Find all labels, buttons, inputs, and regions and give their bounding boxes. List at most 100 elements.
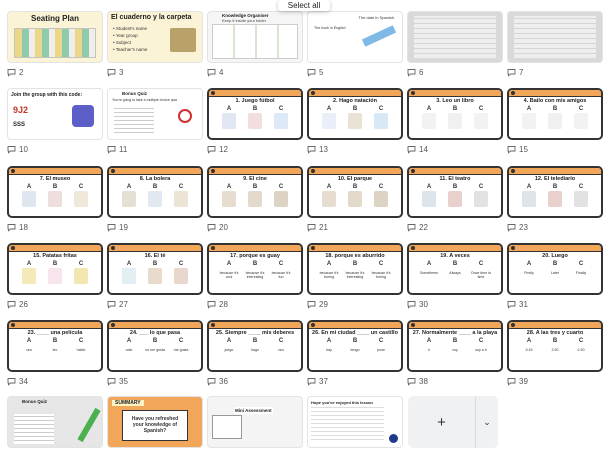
comment-icon[interactable] [7,377,16,386]
page-thumbnail[interactable]: 7. El museo A B C [7,166,103,218]
page-thumbnail[interactable]: 8. La bolera A B C [107,166,203,218]
page-thumbnail[interactable]: Bonus Quiz [7,396,103,448]
page-card[interactable]: Knowledge Organiser Keep it inside your f… [207,11,303,83]
page-thumbnail[interactable]: 18. porque es aburrido Abecause it's bori… [307,243,403,295]
page-card[interactable]: 11. El teatro A B C 22 [407,166,503,238]
comment-icon[interactable] [507,223,516,232]
page-card[interactable]: 6 [407,11,503,83]
comment-icon[interactable] [307,145,316,154]
comment-icon[interactable] [207,223,216,232]
page-thumbnail[interactable]: 28. A las tres y cuarto A 3:15 B 3:30 C 2:30 [507,320,603,372]
comment-icon[interactable] [107,145,116,154]
comment-icon[interactable] [107,377,116,386]
comment-icon[interactable] [307,223,316,232]
page-card[interactable]: 27. Normalmente ____ a la playa Air Bvoy Cs… [407,320,503,392]
page-thumbnail[interactable]: El cuaderno y la carpeta • Student's name… [107,11,203,63]
comment-icon[interactable] [507,377,516,386]
comment-icon[interactable] [307,377,316,386]
comment-icon[interactable] [7,145,16,154]
page-card[interactable]: 15. Patatas fritas A B C 26 [7,243,103,315]
page-card[interactable]: 1. Juego fútbol A B C 12 [207,88,303,160]
page-card[interactable]: Seating Plan 2 [7,11,103,83]
page-thumbnail[interactable]: 10. El parque A B C [307,166,403,218]
page-card[interactable]: Bonus Quiz [7,396,103,452]
page-thumbnail[interactable] [407,11,503,63]
page-thumbnail[interactable]: 2. Hago natación A B C [307,88,403,140]
comment-icon[interactable] [7,68,16,77]
page-card[interactable]: 24. ___ lo que pasa Aodio Bno me gusta Cme … [107,320,203,392]
comment-icon[interactable] [407,68,416,77]
page-card[interactable]: 9. El cine A B C 20 [207,166,303,238]
page-card[interactable]: The date in Spanish The hook in English 5 [307,11,403,83]
page-thumbnail[interactable]: 20. Luego A Firstly B Later C Finally [507,243,603,295]
page-card[interactable]: El cuaderno y la carpeta • Student's name… [107,11,203,83]
page-thumbnail[interactable]: Knowledge Organiser Keep it inside your f… [207,11,303,63]
comment-icon[interactable] [207,300,216,309]
comment-icon[interactable] [207,377,216,386]
page-card[interactable]: 7 [507,11,603,83]
page-thumbnail[interactable]: 23. ____ una película Aveo Bleo Chablo [7,320,103,372]
page-card[interactable]: 26. En mi ciudad ____ un castillo Ahay Bte… [307,320,403,392]
page-thumbnail[interactable]: Mini Assessment [207,396,303,448]
page-thumbnail[interactable]: 17. porque es guay Abecause it's cool Bbec… [207,243,303,295]
page-card[interactable]: SUMMARY Have you refreshed your knowledge… [107,396,203,452]
page-thumbnail[interactable]: 27. Normalmente ____ a la playa Air Bvoy Cs… [407,320,503,372]
page-card[interactable]: 17. porque es guay Abecause it's cool Bbec… [207,243,303,315]
page-card[interactable]: 28. A las tres y cuarto A 3:15 B 3:30 C 2:30 39 [507,320,603,392]
page-card[interactable]: 10. El parque A B C 21 [307,166,403,238]
page-thumbnail[interactable]: Hope you've enjoyed this lesson [307,396,403,448]
page-thumbnail[interactable]: Join the group with this code: 9J2 SSS [7,88,103,140]
page-thumbnail[interactable]: 16. El té A B C [107,243,203,295]
comment-icon[interactable] [407,300,416,309]
page-card[interactable]: 3. Leo un libro A B C 14 [407,88,503,160]
comment-icon[interactable] [107,68,116,77]
page-thumbnail[interactable]: 25. Siempre ____ mis deberes Ajuego Bhago C… [207,320,303,372]
comment-icon[interactable] [407,377,416,386]
page-thumbnail[interactable]: 15. Patatas fritas A B C [7,243,103,295]
page-card[interactable]: 12. El telediario A B C 23 [507,166,603,238]
page-card[interactable]: 8. La bolera A B C 19 [107,166,203,238]
comment-icon[interactable] [507,300,516,309]
page-card[interactable]: 4. Bailo con mis amigos A B C 15 [507,88,603,160]
add-page-button[interactable]: + [408,396,476,448]
page-thumbnail[interactable]: The date in Spanish The hook in English [307,11,403,63]
page-thumbnail[interactable]: 1. Juego fútbol A B C [207,88,303,140]
page-thumbnail[interactable] [507,11,603,63]
comment-icon[interactable] [407,145,416,154]
page-thumbnail[interactable]: 24. ___ lo que pasa Aodio Bno me gusta Cme … [107,320,203,372]
page-card[interactable]: Bonus Quiz You're going to take a multipl… [107,88,203,160]
page-thumbnail[interactable]: 19. A veces A Sometimes B Always C Once time t… [407,243,503,295]
chevron-down-icon[interactable]: ⌄ [476,396,498,448]
page-thumbnail[interactable]: 3. Leo un libro A B C [407,88,503,140]
page-thumbnail[interactable]: Bonus Quiz You're going to take a multipl… [107,88,203,140]
page-thumbnail[interactable]: 12. El telediario A B C [507,166,603,218]
page-thumbnail[interactable]: SUMMARY Have you refreshed your knowledge… [107,396,203,448]
page-thumbnail[interactable]: 11. El teatro A B C [407,166,503,218]
comment-icon[interactable] [307,300,316,309]
page-card[interactable]: 23. ____ una película Aveo Bleo Chablo 34 [7,320,103,392]
comment-icon[interactable] [107,223,116,232]
page-card[interactable]: 19. A veces A Sometimes B Always C Once time t… [407,243,503,315]
comment-icon[interactable] [207,145,216,154]
page-card[interactable]: 16. El té A B C 27 [107,243,203,315]
page-card[interactable]: Hope you've enjoyed this lesson [307,396,403,452]
page-card[interactable]: 25. Siempre ____ mis deberes Ajuego Bhago C… [207,320,303,392]
page-thumbnail[interactable]: 4. Bailo con mis amigos A B C [507,88,603,140]
page-card[interactable]: 18. porque es aburrido Abecause it's bori… [307,243,403,315]
comment-icon[interactable] [7,300,16,309]
select-all-tooltip[interactable]: Select all [278,0,330,11]
page-card[interactable]: 7. El museo A B C 18 [7,166,103,238]
page-card[interactable]: 20. Luego A Firstly B Later C Finally 31 [507,243,603,315]
page-card[interactable]: 2. Hago natación A B C 13 [307,88,403,160]
comment-icon[interactable] [307,68,316,77]
page-thumbnail[interactable]: 26. En mi ciudad ____ un castillo Ahay Bte… [307,320,403,372]
comment-icon[interactable] [507,145,516,154]
comment-icon[interactable] [207,68,216,77]
page-thumbnail[interactable]: Seating Plan [7,11,103,63]
page-thumbnail[interactable]: 9. El cine A B C [207,166,303,218]
comment-icon[interactable] [7,223,16,232]
comment-icon[interactable] [407,223,416,232]
comment-icon[interactable] [507,68,516,77]
page-card[interactable]: Join the group with this code: 9J2 SSS 10 [7,88,103,160]
comment-icon[interactable] [107,300,116,309]
